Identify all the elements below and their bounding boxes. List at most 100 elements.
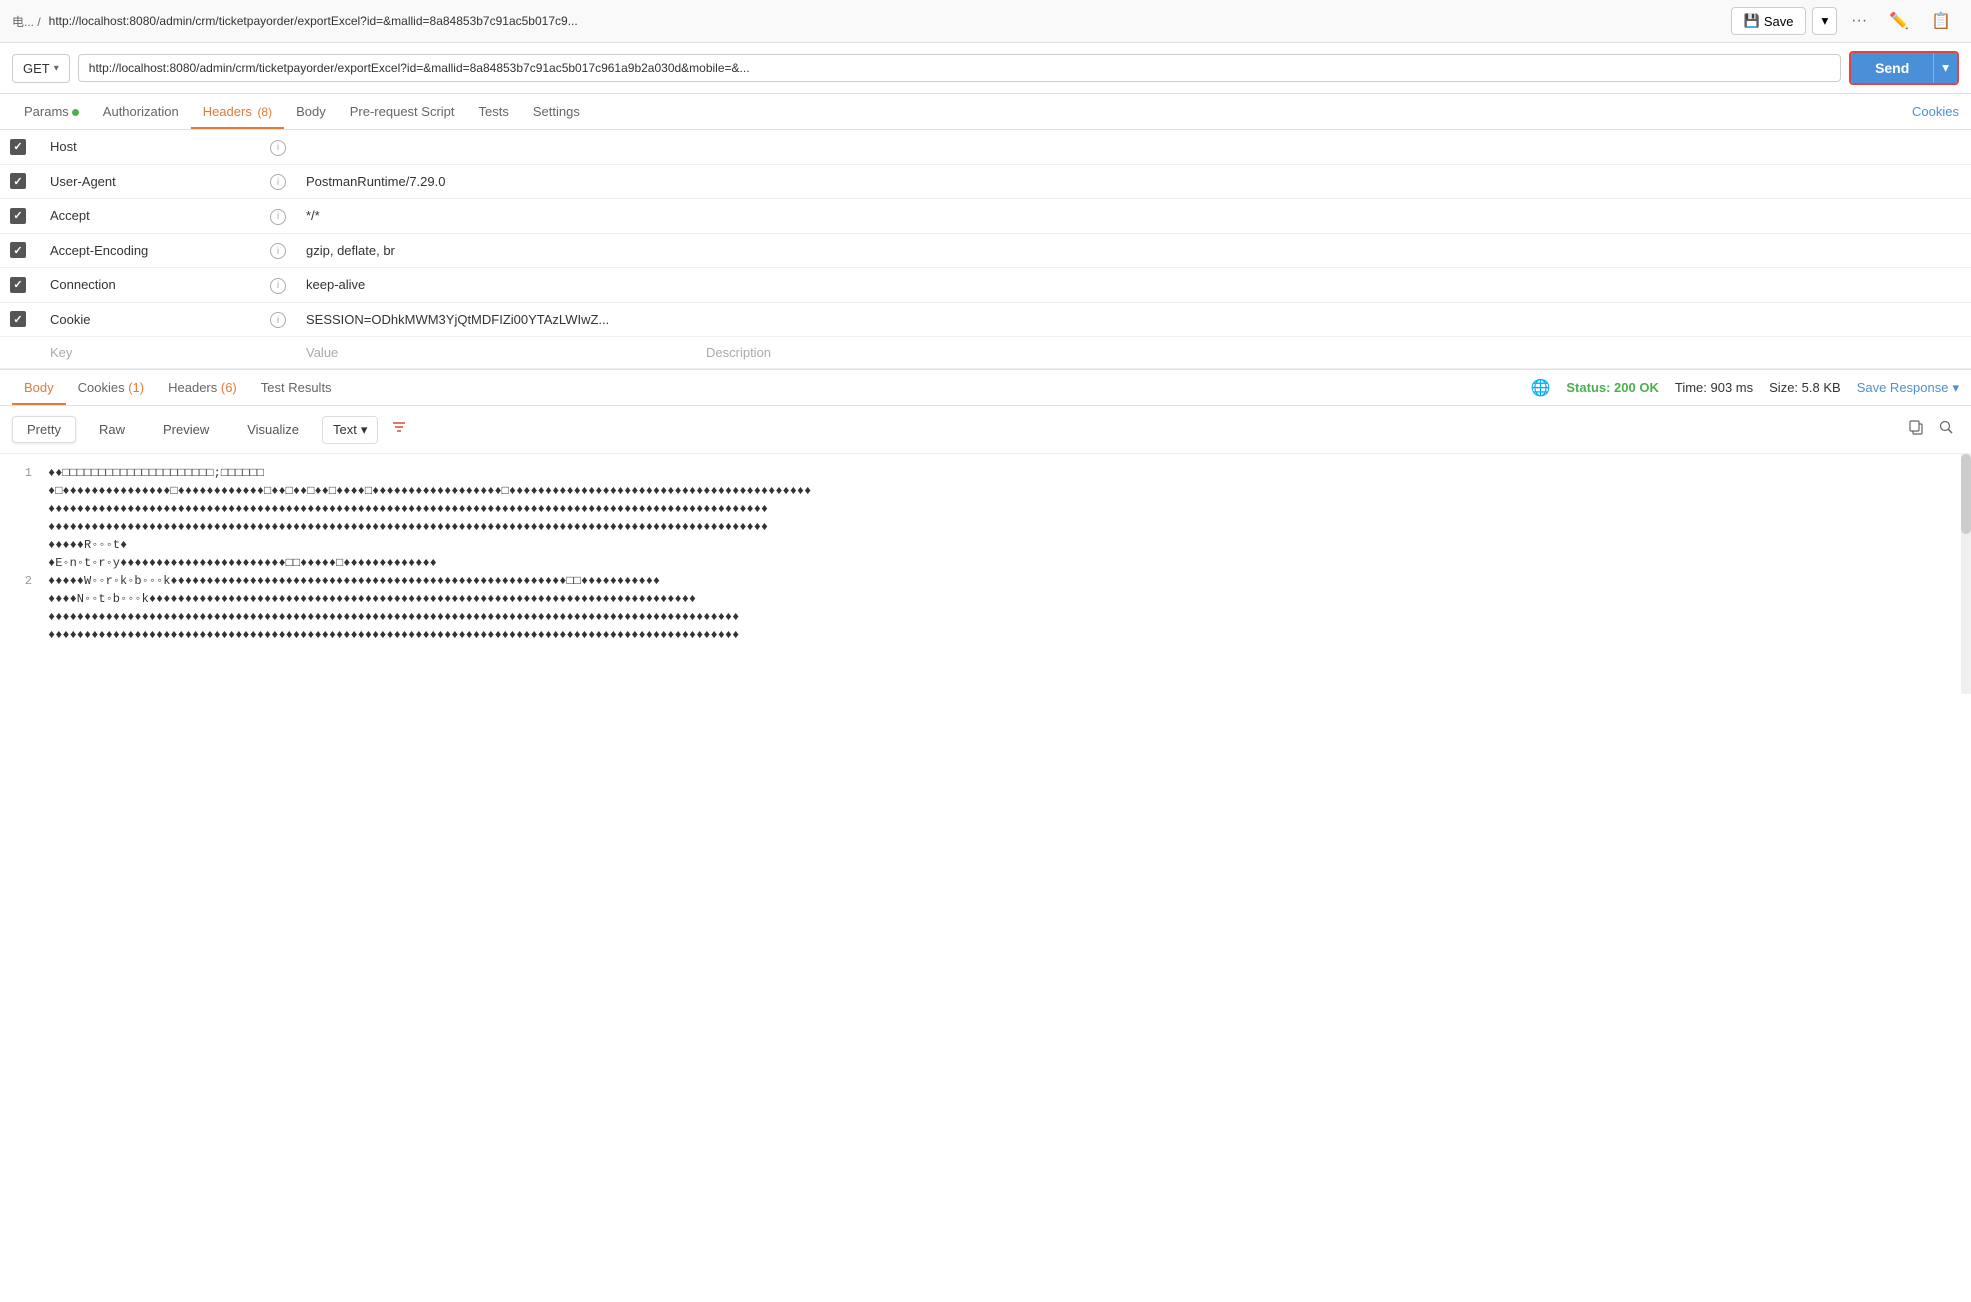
list-item: 1 ♦♦□□□□□□□□□□□□□□□□□□□□□;□□□□□□ bbox=[12, 466, 1959, 480]
line-number bbox=[12, 628, 32, 642]
row-key: Accept bbox=[40, 199, 260, 234]
line-content: ♦♦♦♦♦♦♦♦♦♦♦♦♦♦♦♦♦♦♦♦♦♦♦♦♦♦♦♦♦♦♦♦♦♦♦♦♦♦♦♦… bbox=[48, 520, 1959, 534]
row-checkbox-cell bbox=[0, 164, 40, 199]
notes-icon-button[interactable]: 📋 bbox=[1923, 6, 1959, 36]
row-checkbox[interactable] bbox=[10, 277, 26, 293]
row-checkbox-cell bbox=[0, 268, 40, 303]
row-key: Host bbox=[40, 130, 260, 164]
row-key: Accept-Encoding bbox=[40, 233, 260, 268]
line-content: ♦♦♦♦♦♦♦♦♦♦♦♦♦♦♦♦♦♦♦♦♦♦♦♦♦♦♦♦♦♦♦♦♦♦♦♦♦♦♦♦… bbox=[48, 610, 1959, 624]
scrollbar-thumb[interactable] bbox=[1961, 454, 1971, 534]
method-select[interactable]: GET ▾ bbox=[12, 54, 70, 83]
response-status-bar: 🌐 Status: 200 OK Time: 903 ms Size: 5.8 … bbox=[1530, 378, 1959, 398]
row-desc bbox=[696, 130, 1971, 164]
info-icon[interactable]: i bbox=[270, 243, 286, 259]
info-icon[interactable]: i bbox=[270, 174, 286, 190]
more-button[interactable]: ··· bbox=[1843, 7, 1875, 35]
line-number bbox=[12, 556, 32, 570]
response-tab-body[interactable]: Body bbox=[12, 370, 66, 405]
tab-settings[interactable]: Settings bbox=[521, 94, 592, 129]
address-url: http://localhost:8080/admin/crm/ticketpa… bbox=[49, 14, 1723, 28]
url-input[interactable] bbox=[78, 54, 1841, 82]
text-format-dropdown[interactable]: Text ▾ bbox=[322, 416, 378, 444]
headers-placeholder-row: Key Value Description bbox=[0, 337, 1971, 369]
info-icon[interactable]: i bbox=[270, 140, 286, 156]
response-tab-cookies[interactable]: Cookies (1) bbox=[66, 370, 156, 405]
format-tab-preview[interactable]: Preview bbox=[148, 416, 224, 443]
cookies-link[interactable]: Cookies bbox=[1912, 104, 1959, 119]
line-number bbox=[12, 502, 32, 516]
tab-params[interactable]: Params bbox=[12, 94, 91, 129]
list-item: ♦♦♦♦N◦◦t◦b◦◦◦k♦♦♦♦♦♦♦♦♦♦♦♦♦♦♦♦♦♦♦♦♦♦♦♦♦♦… bbox=[12, 592, 1959, 606]
row-desc bbox=[696, 302, 1971, 337]
table-row: Cookie i SESSION=ODhkMWM3YjQtMDFIZi00YTA… bbox=[0, 302, 1971, 337]
save-response-chevron-icon: ▾ bbox=[1952, 380, 1959, 396]
info-icon[interactable]: i bbox=[270, 278, 286, 294]
address-bar: 电... / http://localhost:8080/admin/crm/t… bbox=[0, 0, 1971, 43]
format-tab-visualize[interactable]: Visualize bbox=[232, 416, 314, 443]
row-value: */* bbox=[296, 199, 696, 234]
list-item: ♦♦♦♦♦♦♦♦♦♦♦♦♦♦♦♦♦♦♦♦♦♦♦♦♦♦♦♦♦♦♦♦♦♦♦♦♦♦♦♦… bbox=[12, 502, 1959, 516]
request-line: GET ▾ Send ▾ bbox=[0, 43, 1971, 94]
tab-tests[interactable]: Tests bbox=[467, 94, 521, 129]
table-row: Connection i keep-alive bbox=[0, 268, 1971, 303]
format-tab-pretty[interactable]: Pretty bbox=[12, 416, 76, 443]
list-item: ♦E◦n◦t◦r◦y♦♦♦♦♦♦♦♦♦♦♦♦♦♦♦♦♦♦♦♦♦♦♦□□♦♦♦♦♦… bbox=[12, 556, 1959, 570]
line-number bbox=[12, 610, 32, 624]
headers-section: Host i User-Agent i PostmanRuntime/7.29.… bbox=[0, 130, 1971, 369]
save-button[interactable]: 💾 Save bbox=[1731, 7, 1807, 35]
tab-body[interactable]: Body bbox=[284, 94, 338, 129]
status-badge: Status: 200 OK bbox=[1566, 380, 1658, 395]
row-checkbox-cell bbox=[0, 199, 40, 234]
row-checkbox[interactable] bbox=[10, 208, 26, 224]
globe-icon: 🌐 bbox=[1530, 378, 1550, 398]
scrollbar[interactable] bbox=[1961, 454, 1971, 694]
row-desc bbox=[696, 164, 1971, 199]
send-button-group: Send ▾ bbox=[1849, 51, 1959, 85]
row-value bbox=[296, 130, 696, 164]
list-item: ♦♦♦♦♦R◦◦◦t♦ bbox=[12, 538, 1959, 552]
line-content: ♦E◦n◦t◦r◦y♦♦♦♦♦♦♦♦♦♦♦♦♦♦♦♦♦♦♦♦♦♦♦□□♦♦♦♦♦… bbox=[48, 556, 1959, 570]
row-checkbox[interactable] bbox=[10, 139, 26, 155]
copy-icon-button[interactable] bbox=[1903, 414, 1929, 445]
desc-placeholder: Description bbox=[696, 337, 1971, 369]
response-tab-headers[interactable]: Headers (6) bbox=[156, 370, 249, 405]
table-row: User-Agent i PostmanRuntime/7.29.0 bbox=[0, 164, 1971, 199]
line-number: 2 bbox=[12, 574, 32, 588]
list-item: ♦♦♦♦♦♦♦♦♦♦♦♦♦♦♦♦♦♦♦♦♦♦♦♦♦♦♦♦♦♦♦♦♦♦♦♦♦♦♦♦… bbox=[12, 628, 1959, 642]
edit-icon-button[interactable]: ✏️ bbox=[1881, 6, 1917, 36]
line-content: ♦□♦♦♦♦♦♦♦♦♦♦♦♦♦♦♦□♦♦♦♦♦♦♦♦♦♦♦♦□♦♦□♦♦□♦♦□… bbox=[48, 484, 1959, 498]
table-row: Accept-Encoding i gzip, deflate, br bbox=[0, 233, 1971, 268]
row-info-cell: i bbox=[260, 164, 296, 199]
row-checkbox[interactable] bbox=[10, 242, 26, 258]
response-tab-test-results[interactable]: Test Results bbox=[249, 370, 344, 405]
save-dropdown-button[interactable]: ▾ bbox=[1812, 7, 1837, 35]
body-format-right-actions bbox=[1903, 414, 1959, 445]
save-icon: 💾 bbox=[1744, 13, 1760, 29]
tab-pre-request-script[interactable]: Pre-request Script bbox=[338, 94, 467, 129]
format-tab-raw[interactable]: Raw bbox=[84, 416, 140, 443]
row-key: User-Agent bbox=[40, 164, 260, 199]
line-content: ♦♦□□□□□□□□□□□□□□□□□□□□□;□□□□□□ bbox=[48, 466, 1959, 480]
info-icon[interactable]: i bbox=[270, 312, 286, 328]
send-button[interactable]: Send bbox=[1851, 53, 1933, 83]
row-checkbox[interactable] bbox=[10, 173, 26, 189]
row-value: gzip, deflate, br bbox=[296, 233, 696, 268]
tab-authorization[interactable]: Authorization bbox=[91, 94, 191, 129]
filter-icon-button[interactable] bbox=[386, 414, 412, 445]
row-value: keep-alive bbox=[296, 268, 696, 303]
value-placeholder: Value bbox=[296, 337, 696, 369]
params-dot-icon bbox=[72, 109, 79, 116]
list-item: ♦♦♦♦♦♦♦♦♦♦♦♦♦♦♦♦♦♦♦♦♦♦♦♦♦♦♦♦♦♦♦♦♦♦♦♦♦♦♦♦… bbox=[12, 520, 1959, 534]
save-response-button[interactable]: Save Response ▾ bbox=[1857, 380, 1959, 396]
address-bar-actions: 💾 Save ▾ ··· ✏️ 📋 bbox=[1731, 6, 1959, 36]
info-icon[interactable]: i bbox=[270, 209, 286, 225]
row-desc bbox=[696, 199, 1971, 234]
row-checkbox[interactable] bbox=[10, 311, 26, 327]
response-tabs-bar: Body Cookies (1) Headers (6) Test Result… bbox=[0, 369, 1971, 406]
line-content: ♦♦♦♦♦♦♦♦♦♦♦♦♦♦♦♦♦♦♦♦♦♦♦♦♦♦♦♦♦♦♦♦♦♦♦♦♦♦♦♦… bbox=[48, 502, 1959, 516]
send-dropdown-button[interactable]: ▾ bbox=[1933, 53, 1957, 83]
search-icon-button[interactable] bbox=[1933, 414, 1959, 445]
format-dropdown-chevron-icon: ▾ bbox=[361, 422, 368, 438]
tab-headers[interactable]: Headers (8) bbox=[191, 94, 284, 129]
